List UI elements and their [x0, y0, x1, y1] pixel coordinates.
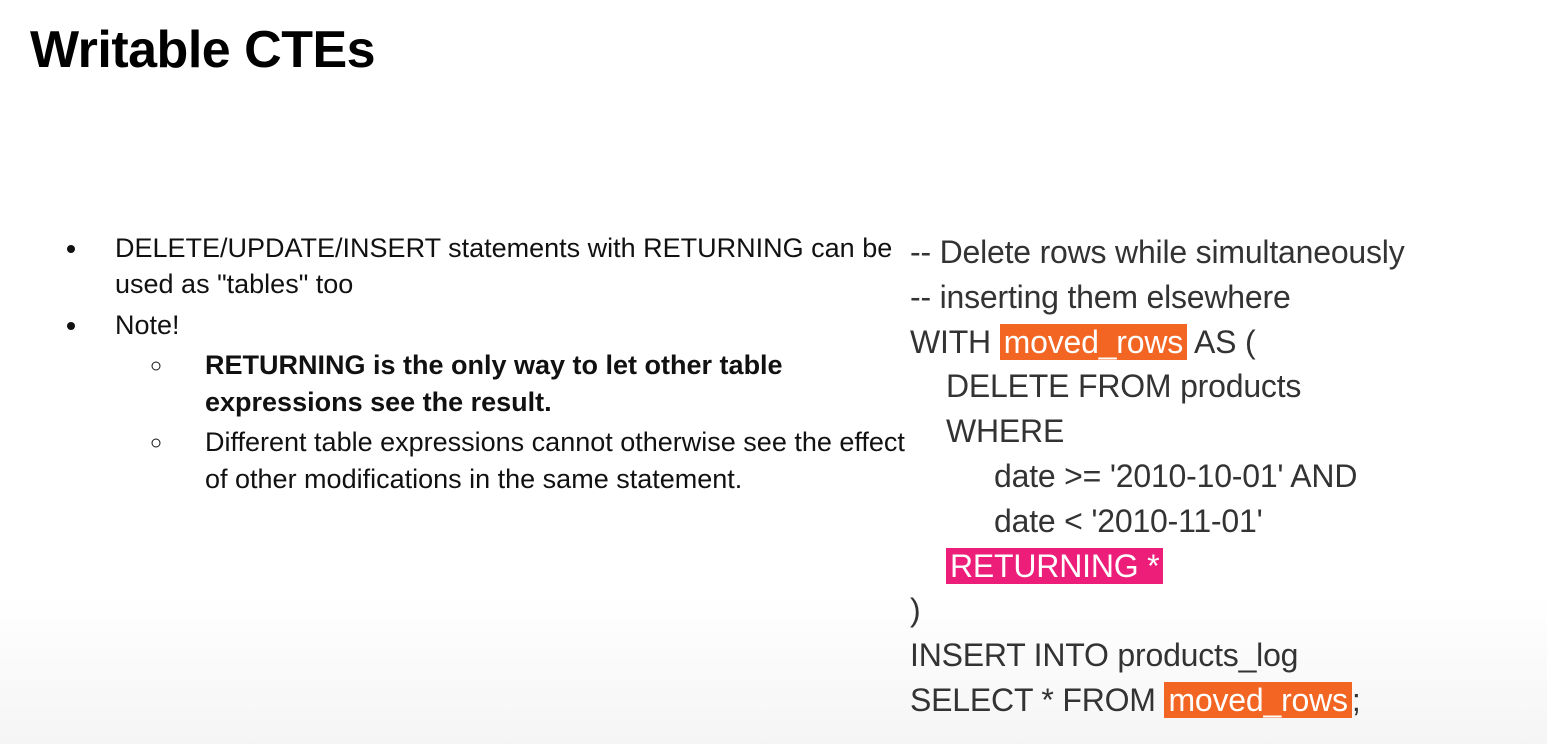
code-line: RETURNING *: [910, 544, 1517, 589]
bullet-text: Note!: [115, 310, 180, 340]
code-comment: -- Delete rows while simultaneously: [910, 230, 1517, 275]
code-text: ;: [1352, 682, 1361, 718]
bullet-item: DELETE/UPDATE/INSERT statements with RET…: [90, 230, 910, 303]
slide-title: Writable CTEs: [30, 20, 1517, 80]
code-line: DELETE FROM products: [910, 364, 1517, 409]
sub-bullet-item: RETURNING is the only way to let other t…: [175, 347, 910, 420]
highlight-orange: moved_rows: [1000, 324, 1187, 360]
code-text: WHERE: [910, 409, 1064, 454]
sub-bullet-list: RETURNING is the only way to let other t…: [115, 347, 910, 497]
code-line: SELECT * FROM moved_rows;: [910, 678, 1517, 723]
code-line: ): [910, 588, 1517, 633]
bullet-column: DELETE/UPDATE/INSERT statements with RET…: [30, 230, 910, 723]
highlight-orange: moved_rows: [1164, 682, 1351, 718]
code-line: INSERT INTO products_log: [910, 633, 1517, 678]
code-text: WITH: [910, 324, 1000, 360]
code-line: WITH moved_rows AS (: [910, 320, 1517, 365]
slide: Writable CTEs DELETE/UPDATE/INSERT state…: [0, 0, 1547, 744]
sub-bullet-item: Different table expressions cannot other…: [175, 424, 910, 497]
bold-text: RETURNING is the only way to let other t…: [205, 350, 783, 416]
code-line: date < '2010-11-01': [910, 499, 1517, 544]
code-text: date >= '2010-10-01' AND: [910, 454, 1357, 499]
code-text: date < '2010-11-01': [910, 499, 1262, 544]
highlight-pink: RETURNING *: [946, 548, 1163, 584]
bullet-item: Note! RETURNING is the only way to let o…: [90, 307, 910, 497]
code-text: SELECT * FROM: [910, 682, 1164, 718]
code-comment: -- inserting them elsewhere: [910, 275, 1517, 320]
bullet-list: DELETE/UPDATE/INSERT statements with RET…: [60, 230, 910, 497]
code-line: WHERE: [910, 409, 1517, 454]
code-text: AS (: [1187, 324, 1255, 360]
code-line: date >= '2010-10-01' AND: [910, 454, 1517, 499]
slide-content: DELETE/UPDATE/INSERT statements with RET…: [30, 230, 1517, 723]
code-column: -- Delete rows while simultaneously -- i…: [910, 230, 1517, 723]
code-text: DELETE FROM products: [910, 364, 1301, 409]
